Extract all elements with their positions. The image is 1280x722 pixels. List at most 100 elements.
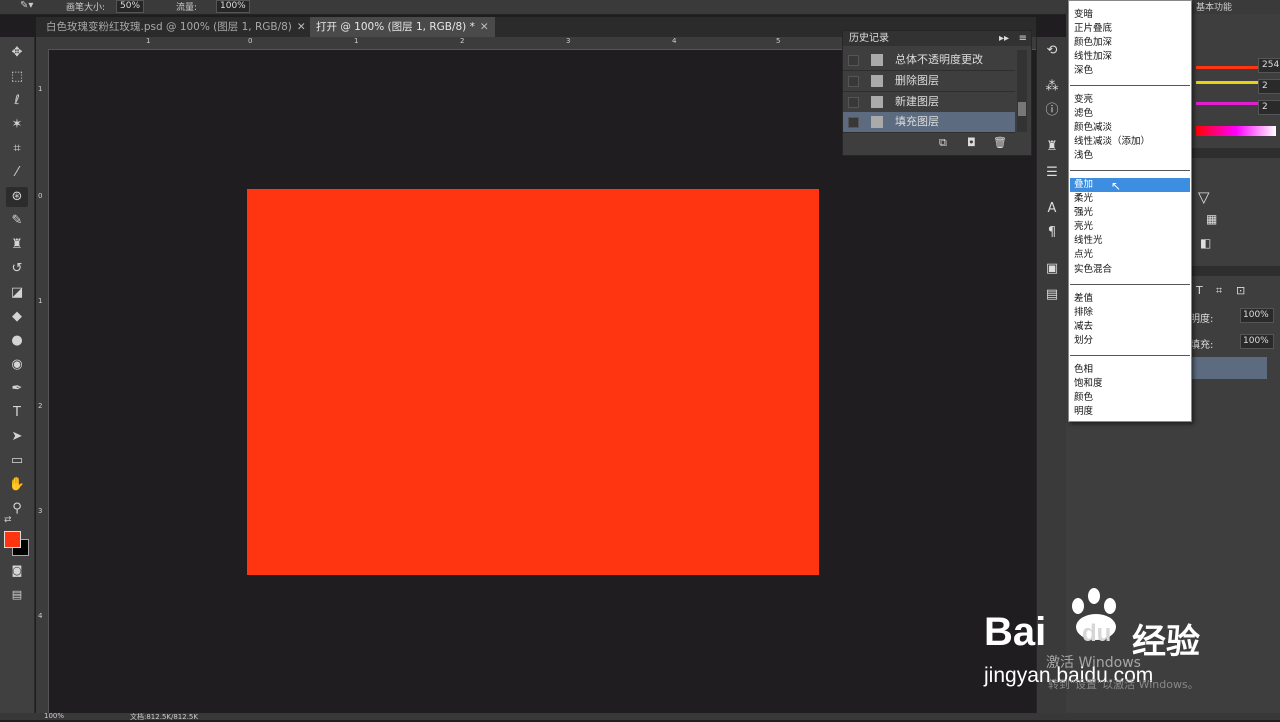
hand-tool-icon[interactable]: ✋ (6, 475, 28, 495)
close-icon[interactable]: ✕ (297, 21, 306, 33)
camera-icon[interactable]: ◘ (967, 136, 976, 149)
crop-tool-icon[interactable]: ⌗ (6, 139, 28, 159)
blend-mode-option[interactable]: 排除 (1074, 306, 1093, 320)
blend-mode-option[interactable]: 颜色 (1074, 391, 1093, 405)
type-tool-icon[interactable]: T (6, 403, 28, 423)
marquee-tool-icon[interactable]: ⬚ (6, 67, 28, 87)
blend-mode-option[interactable]: 颜色减淡 (1074, 121, 1112, 135)
history-checkbox[interactable] (848, 55, 859, 66)
history-item[interactable]: 新建图层 (843, 92, 1015, 113)
type-filter-icon[interactable]: T (1196, 284, 1203, 297)
blend-mode-option[interactable]: 强光 (1074, 206, 1093, 220)
zoom-level[interactable]: 100% (44, 712, 64, 720)
workspace-switcher[interactable]: 基本功能 (1196, 0, 1232, 13)
panel-menu-icon[interactable]: ≡ (1019, 31, 1027, 46)
history-item[interactable]: 删除图层 (843, 71, 1015, 92)
notes-icon[interactable]: ▤ (1042, 285, 1062, 305)
brush-tool-icon[interactable]: ✎▾ (20, 0, 33, 11)
blend-mode-option[interactable]: 亮光 (1074, 220, 1093, 234)
pen-tool-icon[interactable]: ✒ (6, 379, 28, 399)
history-panel-icon[interactable]: ⟲ (1042, 41, 1062, 61)
blend-mode-option[interactable]: 颜色加深 (1074, 36, 1112, 50)
blend-mode-option[interactable]: 减去 (1074, 320, 1093, 334)
red-value-field[interactable]: 254 (1258, 58, 1280, 73)
fill-field[interactable]: 100% (1240, 334, 1274, 349)
screen-mode-icon[interactable]: ▤ (6, 585, 28, 605)
green-value-field[interactable]: 2 (1258, 79, 1280, 94)
clone-source-icon[interactable]: ♜ (1042, 137, 1062, 157)
color-ramp[interactable] (1196, 126, 1276, 136)
opacity-field[interactable]: 100% (1240, 308, 1274, 323)
info-icon[interactable]: ⓘ (1042, 101, 1062, 121)
smart-object-filter-icon[interactable]: ⊡ (1236, 284, 1245, 297)
green-slider[interactable] (1196, 81, 1258, 84)
blend-mode-option[interactable]: 差值 (1074, 292, 1093, 306)
triangle-icon[interactable]: ▽ (1198, 188, 1210, 206)
shape-tool-icon[interactable]: ▭ (6, 451, 28, 471)
gradient-icon[interactable]: ◧ (1200, 236, 1211, 250)
document-canvas[interactable] (247, 189, 819, 575)
blend-mode-option[interactable]: 线性减淡（添加） (1074, 135, 1150, 149)
close-icon[interactable]: ✕ (480, 21, 489, 33)
blend-mode-option-selected[interactable]: 叠加 (1074, 178, 1093, 192)
flow-field[interactable]: 100% (216, 0, 250, 13)
blue-value-field[interactable]: 2 (1258, 100, 1280, 115)
history-checkbox[interactable] (848, 117, 859, 128)
blend-mode-option[interactable]: 点光 (1074, 248, 1093, 262)
blue-slider[interactable] (1196, 102, 1258, 105)
history-checkbox[interactable] (848, 97, 859, 108)
blend-mode-option[interactable]: 色相 (1074, 363, 1093, 377)
blend-mode-option[interactable]: 浅色 (1074, 149, 1093, 163)
magic-wand-tool-icon[interactable]: ✶ (6, 115, 28, 135)
document-info[interactable]: 文档:812.5K/812.5K (130, 712, 198, 722)
tool-presets-icon[interactable]: ▣ (1042, 259, 1062, 279)
eyedropper-tool-icon[interactable]: ⁄ (6, 163, 28, 183)
grid-icon[interactable]: ▦ (1206, 212, 1217, 226)
shape-filter-icon[interactable]: ⌗ (1216, 284, 1222, 298)
lasso-tool-icon[interactable]: ℓ (6, 91, 28, 111)
history-checkbox[interactable] (848, 76, 859, 87)
blend-mode-option[interactable]: 滤色 (1074, 107, 1093, 121)
brush-size-field[interactable]: 50% (116, 0, 145, 13)
trash-icon[interactable]: 🗑 (993, 136, 1007, 149)
blend-mode-option[interactable]: 线性加深 (1074, 50, 1112, 64)
history-item-selected[interactable]: 填充图层 (843, 112, 1015, 133)
paint-bucket-tool-icon[interactable]: ◆ (6, 307, 28, 327)
blend-mode-option[interactable]: 饱和度 (1074, 377, 1103, 391)
red-slider[interactable] (1196, 66, 1258, 69)
blur-tool-icon[interactable]: ● (6, 331, 28, 351)
blend-mode-option[interactable]: 划分 (1074, 334, 1093, 348)
adjustments-icon[interactable]: ☰ (1042, 163, 1062, 183)
history-item[interactable]: 总体不透明度更改 (843, 50, 1015, 71)
history-brush-tool-icon[interactable]: ↺ (6, 259, 28, 279)
selected-layer-row[interactable] (1190, 357, 1267, 379)
collapse-icon[interactable]: ▸▸ (999, 31, 1009, 46)
path-selection-tool-icon[interactable]: ➤ (6, 427, 28, 447)
tab-document-1[interactable]: 白色玫瑰变粉红玫瑰.psd @ 100% (图层 1, RGB/8) ✕ (40, 17, 312, 37)
move-tool-icon[interactable]: ✥ (6, 43, 28, 63)
blend-mode-option[interactable]: 柔光 (1074, 192, 1093, 206)
blend-mode-option[interactable]: 实色混合 (1074, 263, 1112, 277)
blend-mode-option[interactable]: 正片叠底 (1074, 22, 1112, 36)
scrollbar-thumb[interactable] (1018, 102, 1026, 116)
blend-mode-option[interactable]: 明度 (1074, 405, 1093, 419)
tab-document-2[interactable]: 打开 @ 100% (图层 1, RGB/8) * ✕ (310, 17, 495, 37)
dodge-tool-icon[interactable]: ◉ (6, 355, 28, 375)
brush-presets-icon[interactable]: ⁂ (1042, 77, 1062, 97)
history-scrollbar[interactable] (1017, 50, 1027, 132)
healing-brush-tool-icon[interactable]: ⊛ (6, 187, 28, 207)
quick-mask-icon[interactable]: ◙ (6, 561, 28, 581)
new-document-from-state-icon[interactable]: ⧉ (939, 136, 947, 150)
blend-mode-option[interactable]: 变亮 (1074, 93, 1093, 107)
blend-mode-dropdown[interactable]: 变暗 正片叠底 颜色加深 线性加深 深色 变亮 滤色 颜色减淡 线性减淡（添加）… (1068, 0, 1192, 422)
clone-stamp-tool-icon[interactable]: ♜ (6, 235, 28, 255)
brush-tool-icon[interactable]: ✎ (6, 211, 28, 231)
paragraph-icon[interactable]: ¶ (1042, 223, 1062, 243)
character-icon[interactable]: A (1042, 199, 1062, 219)
eraser-tool-icon[interactable]: ◪ (6, 283, 28, 303)
swap-colors-icon[interactable]: ⇄ (4, 515, 12, 525)
blend-mode-option[interactable]: 线性光 (1074, 234, 1103, 248)
blend-mode-option[interactable]: 深色 (1074, 64, 1093, 78)
foreground-color-swatch[interactable] (4, 531, 21, 548)
blend-mode-option[interactable]: 变暗 (1074, 8, 1093, 22)
